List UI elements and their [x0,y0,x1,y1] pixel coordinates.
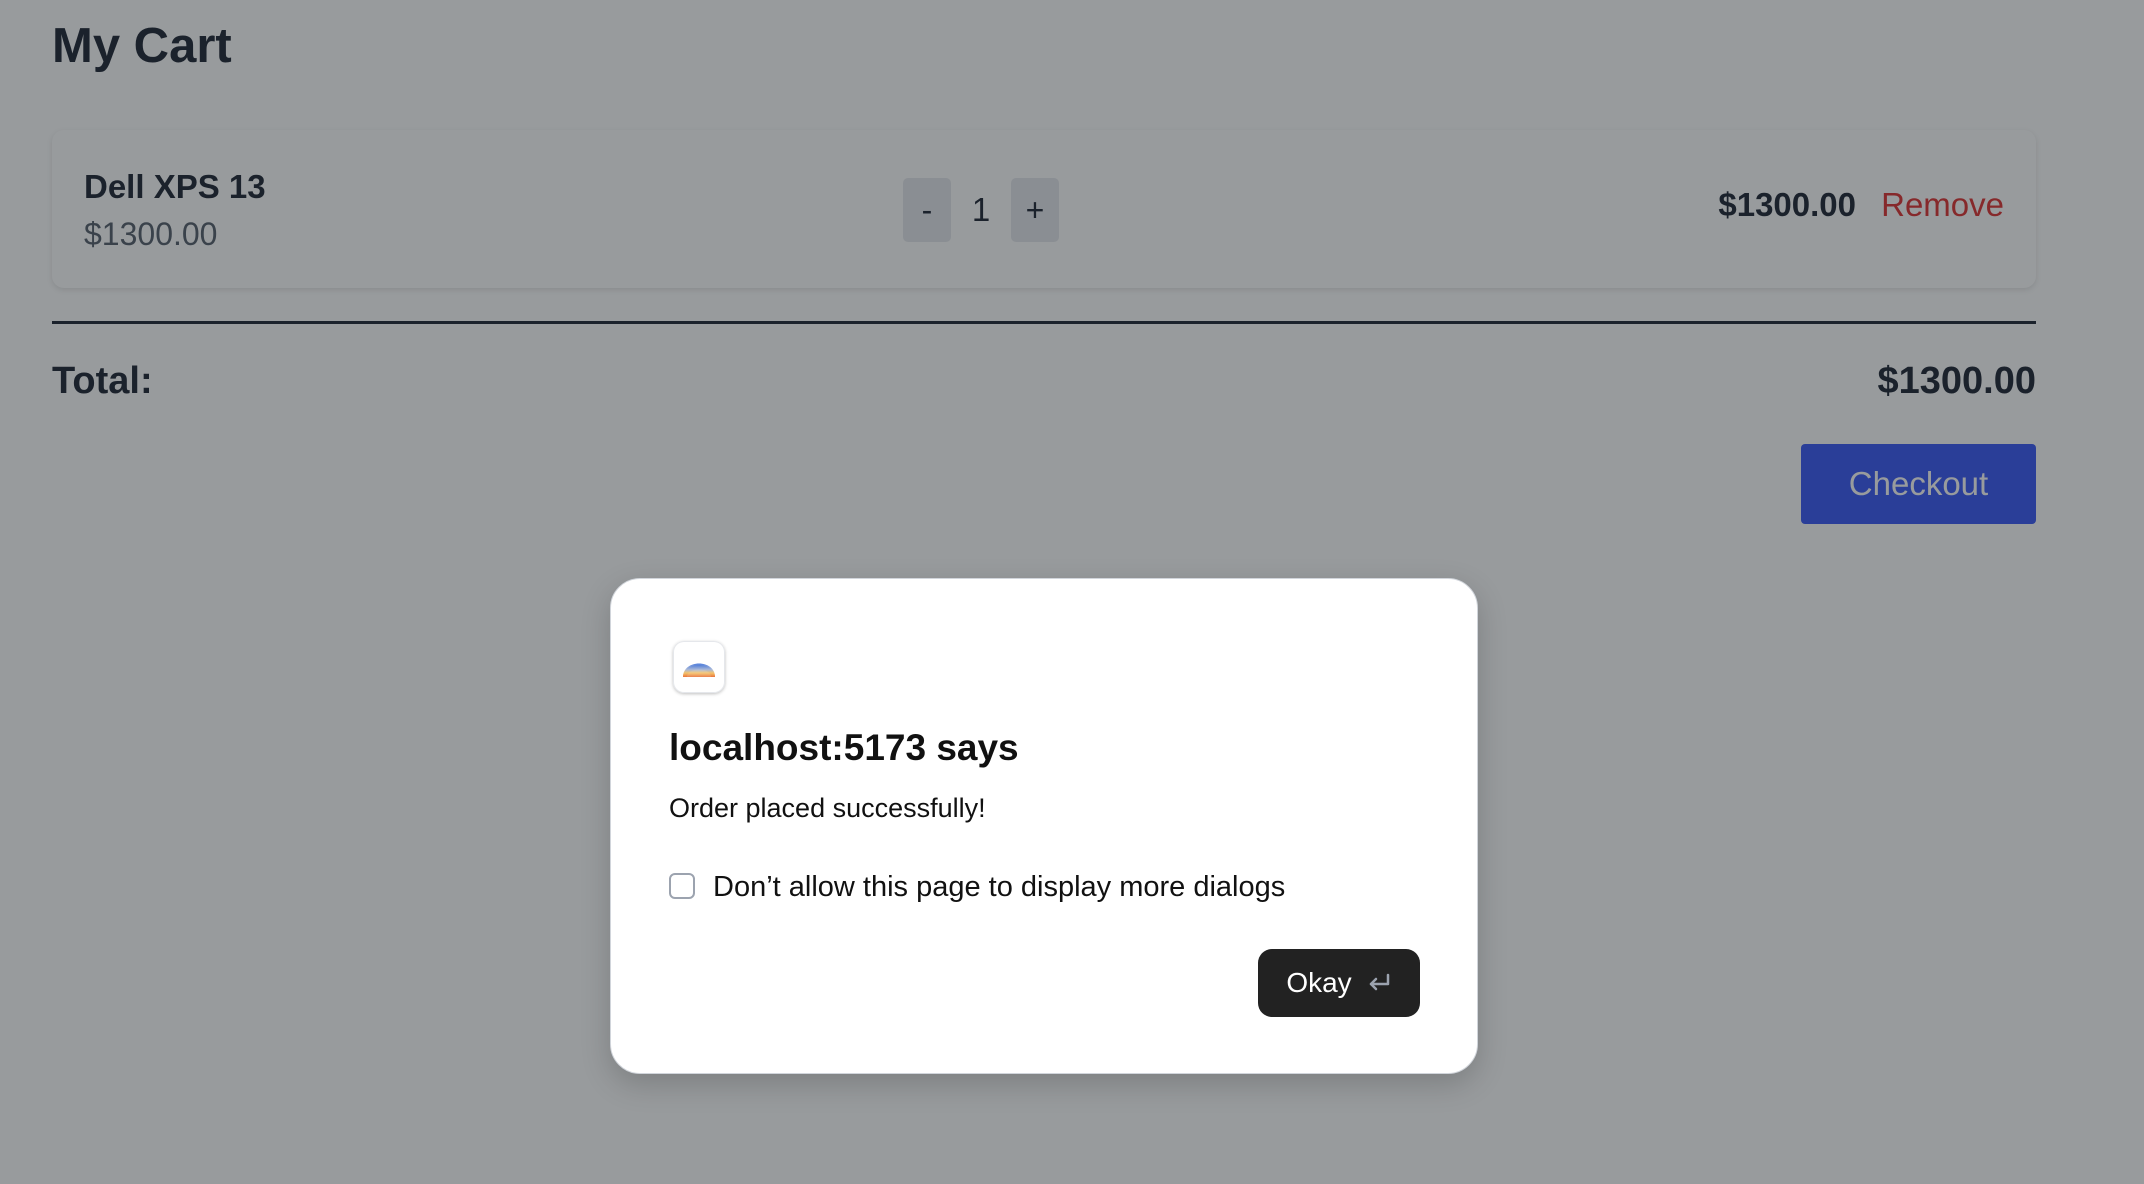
okay-button-label: Okay [1286,967,1352,998]
okay-button[interactable]: Okay [1258,949,1420,1017]
suppress-dialogs-label[interactable]: Don’t allow this page to display more di… [713,871,1285,904]
dialog-message: Order placed successfully! [669,793,986,823]
return-key-icon [1366,972,1392,994]
alert-dialog: localhost:5173 says Order placed success… [610,578,1478,1074]
dialog-title: localhost:5173 says [669,727,1019,768]
suppress-dialogs-checkbox[interactable] [669,873,695,899]
browser-app-icon [673,641,725,693]
browser-app-icon-graphic [683,663,715,677]
